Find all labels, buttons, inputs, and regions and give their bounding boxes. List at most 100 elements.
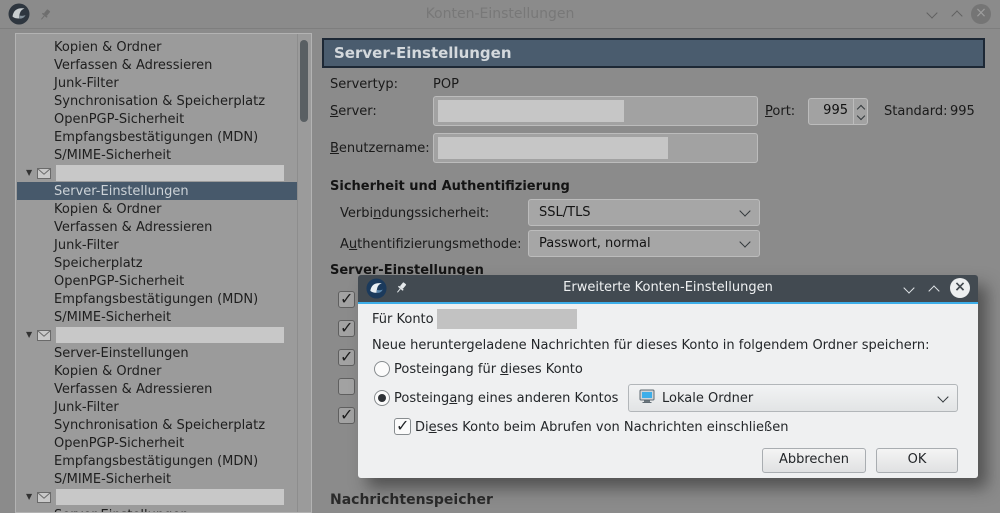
radio-this-account[interactable] — [374, 361, 390, 377]
chevron-down-icon — [739, 205, 751, 217]
scrollbar-thumb[interactable] — [300, 40, 308, 122]
sidebar-item-speicherplatz[interactable]: Speicherplatz — [17, 254, 298, 272]
sidebar-item-junk-filter[interactable]: Junk-Filter — [17, 74, 298, 92]
sidebar-item-server-einstellungen[interactable]: Server-Einstellungen — [17, 344, 298, 362]
mail-account-icon — [37, 491, 52, 503]
include-label-key: e — [428, 420, 437, 435]
close-icon[interactable]: × — [971, 4, 991, 24]
standard-label: Standard: — [884, 104, 948, 119]
advanced-account-settings-dialog: Erweiterte Konten-Einstellungen × Für Ko… — [358, 275, 978, 478]
port-label: Port: — [765, 104, 795, 119]
server-setting-checkbox-5[interactable] — [338, 405, 355, 424]
redacted-account-name — [56, 327, 285, 343]
sidebar-item-verfassen-adressieren[interactable]: Verfassen & Adressieren — [17, 56, 298, 74]
sidebar-item-label: S/MIME-Sicherheit — [54, 309, 172, 325]
sidebar-item-empfangsbest-tigungen-mdn[interactable]: Empfangsbestätigungen (MDN) — [17, 290, 298, 308]
sidebar-item-label: Kopien & Ordner — [54, 39, 162, 55]
radio-other-label-post: ng eines anderen Kontos — [457, 391, 619, 406]
sidebar-item-label: Empfangsbestätigungen (MDN) — [54, 129, 259, 145]
sidebar-item-label: OpenPGP-Sicherheit — [54, 273, 185, 289]
servertype-value: POP — [433, 77, 459, 92]
port-spinner[interactable]: 995 — [808, 98, 868, 125]
server-input[interactable] — [433, 96, 758, 126]
server-setting-checkbox-2[interactable] — [338, 318, 355, 337]
dialog-titlebar: Erweiterte Konten-Einstellungen × — [358, 275, 978, 302]
mail-account-icon — [37, 329, 52, 341]
server-label: Server: — [330, 104, 377, 119]
folder-select[interactable]: Lokale Ordner — [628, 384, 958, 412]
close-icon[interactable]: × — [950, 278, 970, 298]
sidebar-item-empfangsbest-tigungen-mdn[interactable]: Empfangsbestätigungen (MDN) — [17, 452, 298, 470]
sidebar-item-label: S/MIME-Sicherheit — [54, 471, 172, 487]
twisty-icon[interactable]: ▼ — [26, 493, 32, 501]
sidebar-item-kopien-ordner[interactable]: Kopien & Ordner — [17, 200, 298, 218]
sidebar-item-server-einstellungen[interactable]: Server-Einstellungen — [17, 506, 298, 513]
sidebar-item-openpgp-sicherheit[interactable]: OpenPGP-Sicherheit — [17, 110, 298, 128]
sidebar-item-synchronisation-speicherplatz[interactable]: Synchronisation & Speicherplatz — [17, 416, 298, 434]
sidebar-item-server-einstellungen[interactable]: Server-Einstellungen — [17, 182, 298, 200]
standard-value: 995 — [950, 104, 975, 119]
include-label-post: ses Konto beim Abrufen von Nachrichten e… — [436, 420, 789, 435]
sidebar-item-empfangsbest-tigungen-mdn[interactable]: Empfangsbestätigungen (MDN) — [17, 128, 298, 146]
local-folders-icon — [639, 389, 655, 408]
sidebar-item-junk-filter[interactable]: Junk-Filter — [17, 398, 298, 416]
radio-other-account[interactable] — [374, 390, 390, 406]
ok-button[interactable]: OK — [876, 448, 958, 473]
sidebar-account-row[interactable]: ▼ — [17, 488, 298, 506]
panel-header-title: Server-Einstellungen — [334, 44, 512, 62]
sidebar-item-label: OpenPGP-Sicherheit — [54, 111, 185, 127]
redacted-server-value — [438, 100, 624, 122]
sidebar-item-kopien-ordner[interactable]: Kopien & Ordner — [17, 38, 298, 56]
sidebar-item-openpgp-sicherheit[interactable]: OpenPGP-Sicherheit — [17, 434, 298, 452]
spinner-buttons[interactable] — [853, 99, 867, 124]
sidebar-item-label: OpenPGP-Sicherheit — [54, 435, 185, 451]
spin-down-icon[interactable] — [856, 111, 865, 121]
sidebar-item-label: Server-Einstellungen — [54, 508, 189, 513]
sidebar-item-verfassen-adressieren[interactable]: Verfassen & Adressieren — [17, 218, 298, 236]
username-input[interactable] — [433, 133, 758, 163]
connection-security-label-post: dungssicherheit: — [381, 206, 490, 221]
sidebar-account-row[interactable]: ▼ — [17, 164, 298, 182]
server-setting-checkbox-1[interactable] — [338, 289, 355, 308]
twisty-icon[interactable]: ▼ — [26, 169, 32, 177]
connection-security-select[interactable]: SSL/TLS — [528, 199, 760, 226]
sidebar-item-s-mime-sicherheit[interactable]: S/MIME-Sicherheit — [17, 470, 298, 488]
chevron-down-icon — [739, 236, 751, 248]
sidebar-item-openpgp-sicherheit[interactable]: OpenPGP-Sicherheit — [17, 272, 298, 290]
sidebar-item-s-mime-sicherheit[interactable]: S/MIME-Sicherheit — [17, 146, 298, 164]
sidebar-item-kopien-ordner[interactable]: Kopien & Ordner — [17, 362, 298, 380]
sidebar-item-label: Junk-Filter — [54, 399, 119, 415]
sidebar-item-synchronisation-speicherplatz[interactable]: Synchronisation & Speicherplatz — [17, 92, 298, 110]
auth-method-value: Passwort, normal — [539, 236, 651, 251]
folder-select-value: Lokale Ordner — [662, 390, 754, 406]
connection-security-label: Verbindungssicherheit: — [340, 206, 489, 221]
sidebar-item-verfassen-adressieren[interactable]: Verfassen & Adressieren — [17, 380, 298, 398]
auth-method-select[interactable]: Passwort, normal — [528, 230, 760, 257]
sidebar-item-label: Empfangsbestätigungen (MDN) — [54, 453, 259, 469]
connection-security-label-pre: Verbi — [340, 206, 374, 221]
panel-header: Server-Einstellungen — [322, 38, 985, 68]
dialog-description: Neue heruntergeladene Nachrichten für di… — [372, 338, 930, 353]
sidebar-item-label: Verfassen & Adressieren — [54, 57, 213, 73]
sidebar: Kopien & Ordner Verfassen & Adressieren Ju… — [15, 33, 312, 513]
sidebar-item-label: Speicherplatz — [54, 255, 143, 271]
sidebar-item-label: Kopien & Ordner — [54, 201, 162, 217]
sidebar-item-label: Kopien & Ordner — [54, 363, 162, 379]
sidebar-scrollbar[interactable] — [297, 34, 311, 512]
sidebar-item-junk-filter[interactable]: Junk-Filter — [17, 236, 298, 254]
sidebar-account-row[interactable]: ▼ — [17, 326, 298, 344]
cancel-button[interactable]: Abbrechen — [762, 448, 866, 473]
sidebar-item-label: Synchronisation & Speicherplatz — [54, 93, 266, 109]
account-settings-window: Konten-Einstellungen × Kopien & Ordner Ve… — [0, 0, 1000, 513]
twisty-icon[interactable]: ▼ — [26, 331, 32, 339]
server-setting-checkbox-3[interactable] — [338, 347, 355, 366]
include-label-pre: Di — [415, 420, 429, 435]
servertype-label: Servertyp: — [330, 77, 399, 92]
server-setting-checkbox-4[interactable] — [338, 378, 355, 395]
sidebar-item-s-mime-sicherheit[interactable]: S/MIME-Sicherheit — [17, 308, 298, 326]
username-label: Benutzername: — [330, 141, 430, 156]
redacted-username-value — [438, 137, 668, 159]
redacted-account-name — [56, 165, 285, 181]
username-label-post: enutzername: — [338, 141, 430, 156]
include-account-checkbox[interactable] — [394, 416, 411, 435]
